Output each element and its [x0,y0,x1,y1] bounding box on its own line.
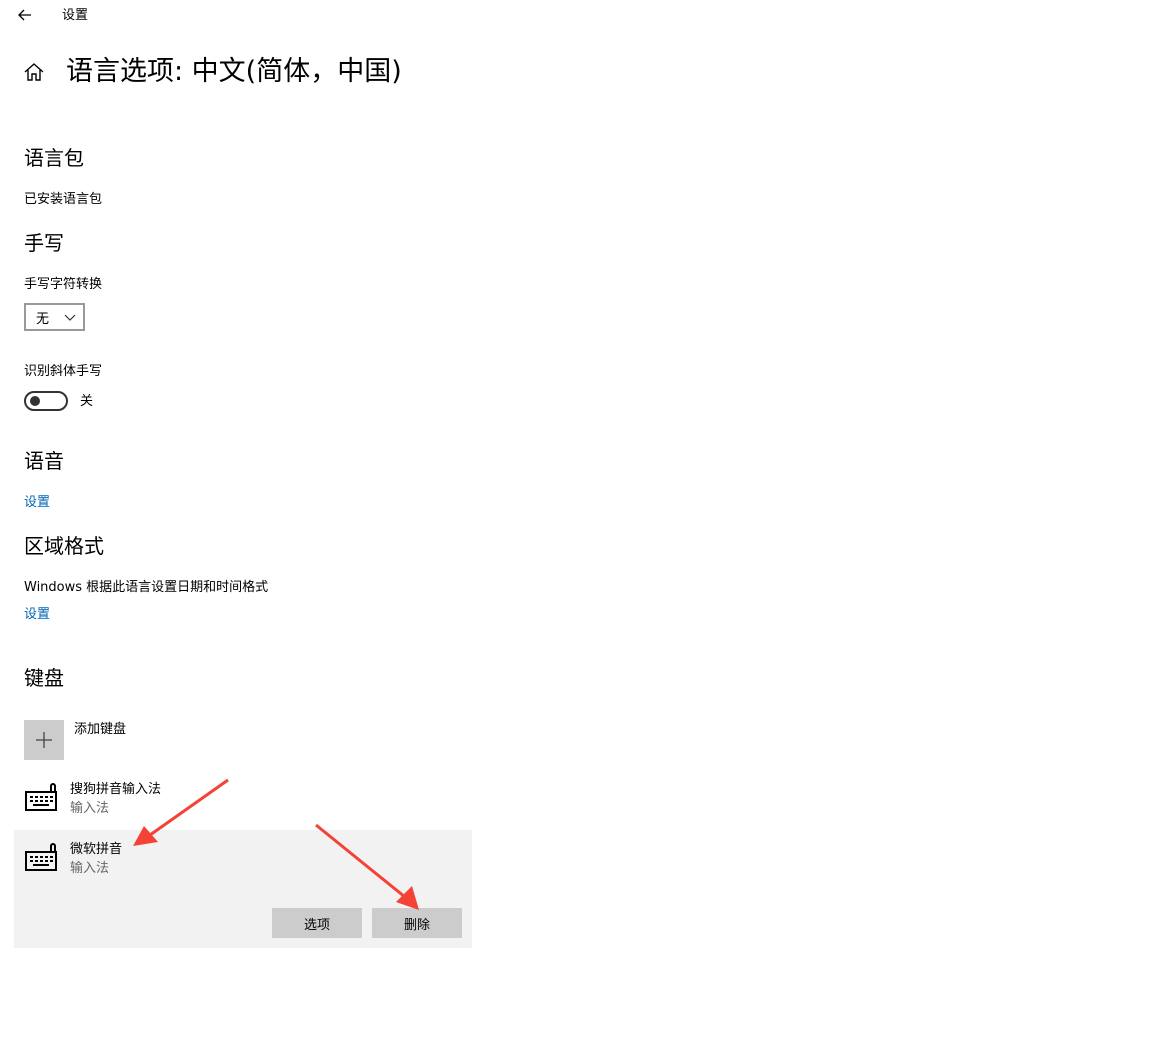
back-arrow-icon [18,9,31,21]
regional-settings-link[interactable]: 设置 [24,606,50,624]
italic-handwriting-label: 识别斜体手写 [24,364,103,379]
options-button[interactable]: 选项 [272,908,362,938]
add-keyboard-label[interactable]: 添加键盘 [74,721,126,739]
keyboard-item-microsoft-pinyin[interactable]: 微软拼音 输入法 选项 删除 [14,830,472,948]
add-keyboard-button[interactable] [24,720,64,760]
keyboard-item-sogou[interactable]: 搜狗拼音输入法 输入法 [24,780,464,820]
keyboard-item-type: 输入法 [70,861,110,876]
keyboard-item-type: 输入法 [70,801,110,816]
italic-handwriting-toggle[interactable] [24,391,68,411]
window-title: 设置 [62,8,89,23]
speech-heading: 语音 [24,449,64,473]
home-icon [24,63,44,81]
keyboard-icon [25,783,57,811]
toggle-state-label: 关 [80,394,94,409]
back-button[interactable] [14,4,36,26]
keyboard-item-name: 搜狗拼音输入法 [70,782,162,797]
keyboard-item-name: 微软拼音 [70,842,123,857]
dropdown-value: 无 [36,311,50,327]
remove-button[interactable]: 删除 [372,908,462,938]
regional-format-description: Windows 根据此语言设置日期和时间格式 [24,580,269,595]
speech-settings-link[interactable]: 设置 [24,494,50,512]
handwriting-conversion-dropdown[interactable]: 无 [24,303,85,331]
regional-format-heading: 区域格式 [24,534,104,558]
page-title: 语言选项: 中文(简体，中国) [66,56,402,87]
chevron-down-icon [64,314,76,321]
toggle-knob [30,396,40,406]
keyboard-icon [25,843,57,871]
handwriting-heading: 手写 [24,231,64,255]
language-pack-heading: 语言包 [24,146,84,170]
keyboard-heading: 键盘 [24,666,64,690]
handwriting-conversion-label: 手写字符转换 [24,277,103,292]
language-pack-status: 已安装语言包 [24,192,103,207]
home-button[interactable] [22,60,46,84]
plus-icon [36,732,52,748]
